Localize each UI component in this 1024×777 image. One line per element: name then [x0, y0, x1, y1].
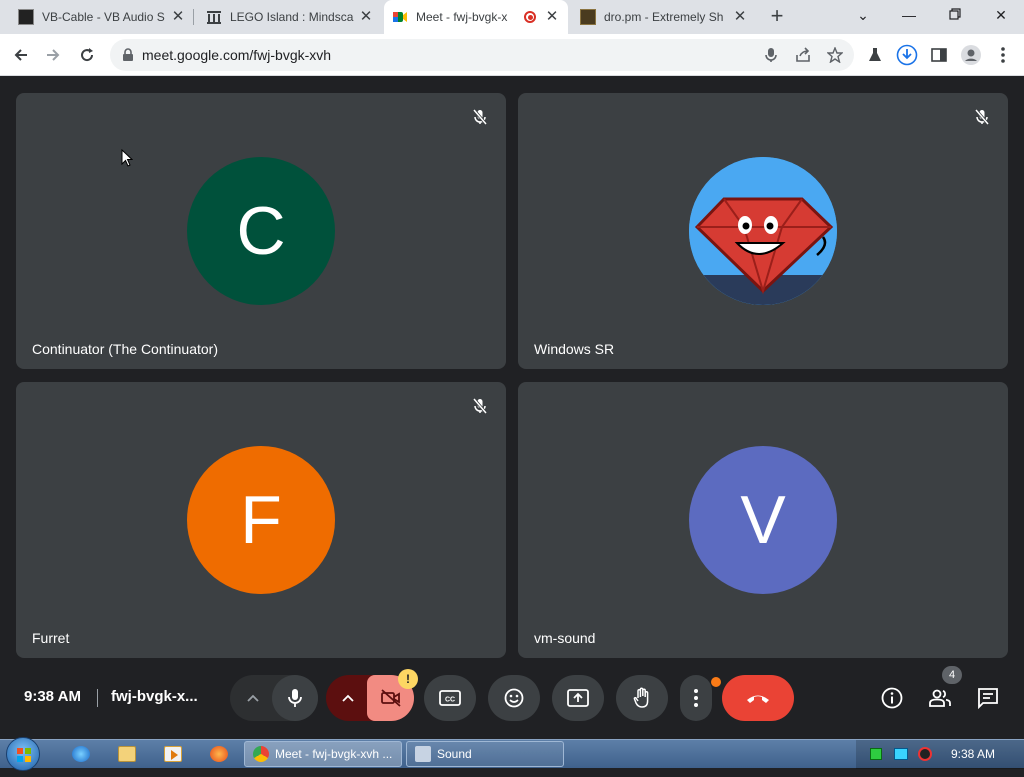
meeting-time: 9:38 AM	[24, 688, 81, 705]
taskbar-clock[interactable]: 9:38 AM	[951, 747, 995, 761]
close-tab-icon[interactable]: ✕	[358, 9, 374, 25]
chat-button[interactable]	[966, 675, 1010, 721]
captions-button[interactable]: CC	[424, 675, 476, 721]
microphone-button[interactable]	[272, 675, 318, 721]
audio-options-button[interactable]	[237, 675, 269, 721]
windows-taskbar: Meet - fwj-bvgk-xvh ... Sound 9:38 AM	[0, 737, 1024, 771]
avatar: C	[187, 157, 335, 305]
meeting-code[interactable]: fwj-bvgk-x...	[111, 688, 198, 705]
taskbar-window-label: Sound	[437, 747, 472, 761]
share-icon[interactable]	[790, 42, 816, 68]
raise-hand-button[interactable]	[616, 675, 668, 721]
taskbar-window-meet[interactable]: Meet - fwj-bvgk-xvh ...	[244, 741, 402, 767]
network-icon[interactable]	[870, 748, 882, 760]
taskbar-window-label: Meet - fwj-bvgk-xvh ...	[275, 747, 393, 761]
dro-pm-favicon	[580, 9, 596, 25]
ruby-character-avatar	[689, 157, 837, 305]
reload-button[interactable]	[74, 42, 100, 68]
mouse-cursor-icon	[121, 148, 134, 172]
google-meet-favicon	[392, 9, 408, 25]
video-options-button[interactable]	[330, 675, 366, 721]
tab-meet[interactable]: Meet - fwj-bvgk-x ✕	[384, 0, 568, 34]
emoji-reactions-button[interactable]	[488, 675, 540, 721]
muted-mic-icon	[972, 107, 992, 127]
archive-favicon	[206, 9, 222, 25]
media-player-icon[interactable]	[164, 746, 182, 762]
microphone-icon[interactable]	[758, 42, 784, 68]
back-button[interactable]	[8, 42, 34, 68]
avatar: V	[689, 446, 837, 594]
meeting-details-button[interactable]	[870, 675, 914, 721]
download-icon[interactable]	[894, 42, 920, 68]
tab-strip: VB-Cable - VB Audio S ✕ LEGO Island : Mi…	[0, 0, 1024, 34]
meeting-controls: 9:38 AM fwj-bvgk-x... CC	[0, 662, 1024, 739]
taskbar-window-sound[interactable]: Sound	[406, 741, 564, 767]
chrome-menu-icon[interactable]	[990, 42, 1016, 68]
tab-title: dro.pm - Extremely Sh	[604, 10, 724, 24]
participant-name: vm-sound	[534, 630, 596, 646]
speaker-icon	[415, 746, 431, 762]
tab-vb-cable[interactable]: VB-Cable - VB Audio S ✕	[10, 0, 194, 34]
firefox-icon[interactable]	[210, 746, 228, 762]
side-panel-icon[interactable]	[926, 42, 952, 68]
bookmark-star-icon[interactable]	[822, 42, 848, 68]
participant-name: Furret	[32, 630, 70, 646]
close-tab-icon[interactable]: ✕	[544, 9, 560, 25]
chrome-icon	[253, 746, 269, 762]
muted-mic-icon	[470, 396, 490, 416]
muted-mic-icon	[470, 107, 490, 127]
url-text: meet.google.com/fwj-bvgk-xvh	[142, 47, 332, 63]
participant-count-badge: 4	[942, 666, 962, 684]
labs-flask-icon[interactable]	[862, 42, 888, 68]
participant-name: Windows SR	[534, 341, 615, 357]
profile-avatar-icon[interactable]	[958, 42, 984, 68]
svg-text:CC: CC	[445, 697, 455, 704]
tab-search-icon[interactable]: ⌄	[850, 4, 876, 26]
participant-tile[interactable]: Windows SR	[518, 93, 1008, 369]
tab-title: LEGO Island : Mindsca	[230, 10, 354, 24]
tab-title: Meet - fwj-bvgk-x	[416, 10, 508, 24]
close-tab-icon[interactable]: ✕	[732, 9, 748, 25]
present-screen-button[interactable]	[552, 675, 604, 721]
file-explorer-icon[interactable]	[118, 746, 136, 762]
tab-lego-island[interactable]: LEGO Island : Mindsca ✕	[198, 0, 382, 34]
camera-warning-badge: !	[398, 669, 418, 689]
start-button[interactable]	[6, 737, 40, 771]
restore-button[interactable]	[942, 4, 968, 26]
browser-toolbar: meet.google.com/fwj-bvgk-xvh	[0, 34, 1024, 76]
participant-tile[interactable]: C Continuator (The Continuator)	[16, 93, 506, 369]
avatar: F	[187, 446, 335, 594]
participant-tile[interactable]: V vm-sound	[518, 382, 1008, 658]
forward-button[interactable]	[40, 42, 66, 68]
leave-call-button[interactable]	[722, 675, 794, 721]
participant-name: Continuator (The Continuator)	[32, 341, 218, 357]
tab-title: VB-Cable - VB Audio S	[42, 10, 165, 24]
lock-icon[interactable]	[122, 48, 134, 67]
address-bar[interactable]: meet.google.com/fwj-bvgk-xvh	[110, 39, 854, 71]
notification-dot	[711, 677, 721, 687]
recording-icon	[524, 11, 536, 23]
vb-audio-favicon	[18, 9, 34, 25]
tab-dro-pm[interactable]: dro.pm - Extremely Sh ✕	[572, 0, 756, 34]
more-options-button[interactable]	[680, 675, 712, 721]
system-tray: 9:38 AM	[856, 740, 1024, 769]
internet-explorer-icon[interactable]	[72, 746, 90, 762]
display-icon[interactable]	[894, 748, 908, 760]
close-tab-icon[interactable]: ✕	[170, 9, 186, 25]
obs-recording-icon[interactable]	[918, 747, 932, 761]
minimize-button[interactable]: —	[896, 4, 922, 26]
close-window-button[interactable]: ✕	[988, 4, 1014, 26]
participant-tile[interactable]: F Furret	[16, 382, 506, 658]
meeting-stage: C Continuator (The Continuator) Windows …	[0, 77, 1024, 739]
new-tab-button[interactable]: +	[766, 5, 788, 28]
